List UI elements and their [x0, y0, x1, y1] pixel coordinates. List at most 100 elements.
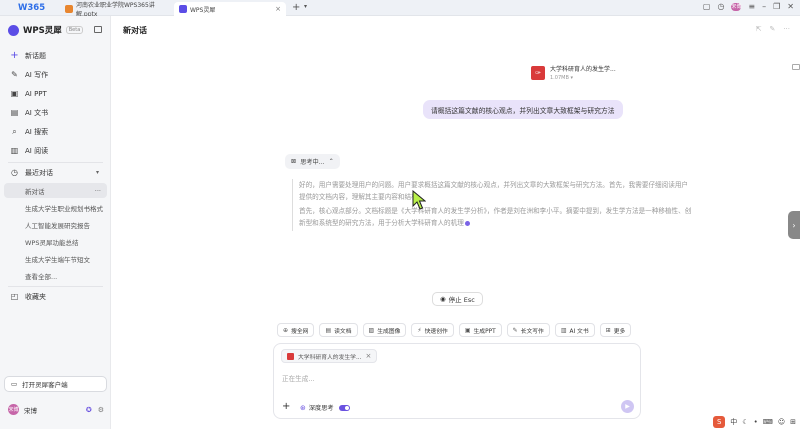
- close-window-icon[interactable]: ✕: [787, 2, 794, 11]
- restore-icon[interactable]: ❐: [773, 2, 780, 11]
- punctuation-icon[interactable]: •: [754, 418, 758, 426]
- thinking-label: 思考中...: [300, 159, 325, 166]
- sidebar-item-ai-writing[interactable]: ✎ AI 写作: [4, 67, 107, 82]
- tool-label: 快速创作: [424, 328, 448, 335]
- long-text-icon: ✎: [512, 326, 518, 334]
- sidebar-item-label: 收藏夹: [25, 292, 46, 301]
- ime-toolbar: S 中 ☾ • ⌨ ☺ ⊞: [713, 416, 796, 428]
- gear-icon[interactable]: ⚙: [98, 406, 104, 414]
- ime-mode[interactable]: 中: [730, 417, 737, 427]
- attached-file-card[interactable]: ✑ 大学科研育人的发生学... 1.07MB ▾: [531, 64, 616, 81]
- recent-conversations-header[interactable]: ◷ 最近对话 ▾: [4, 165, 107, 180]
- tool-quick-create[interactable]: ⚡ 快速创作: [411, 323, 454, 337]
- deep-think-toggle[interactable]: ⊛ 深度思考: [300, 403, 350, 412]
- recent-item-label: 人工智能发展研究报告: [25, 221, 90, 230]
- user-name: 宋博: [24, 406, 37, 415]
- open-client-button[interactable]: ▭ 打开灵犀客户端: [4, 376, 107, 392]
- tool-generate-ppt[interactable]: ▣ 生成PPT: [458, 323, 502, 337]
- sidebar: WPS灵犀 Beta + 新话题 ✎ AI 写作 ▣ AI PPT ▤ AI 文…: [0, 16, 111, 429]
- close-tab-icon[interactable]: ×: [275, 5, 281, 13]
- w365-logo[interactable]: W365: [18, 3, 45, 13]
- message-input[interactable]: [282, 375, 582, 383]
- beta-badge: Beta: [65, 26, 84, 34]
- new-tab-button[interactable]: +: [292, 2, 300, 13]
- tool-more[interactable]: ⊞ 更多: [599, 323, 632, 337]
- remove-attachment-icon[interactable]: ×: [366, 352, 372, 360]
- more-icon[interactable]: ···: [783, 25, 790, 33]
- moon-icon[interactable]: ☾: [742, 418, 748, 426]
- sidebar-item-ai-document[interactable]: ▤ AI 文书: [4, 105, 107, 120]
- tool-label: 读文档: [334, 328, 352, 335]
- composer: 大学科研育人的发生学... × + ⊛ 深度思考 ▶: [273, 343, 641, 419]
- browser-tab-bar: W365 河南农业职业学院WPS365讲解.pptx WPS灵犀 × + ▾ ▢…: [0, 0, 800, 18]
- collapse-sidebar-icon[interactable]: [94, 26, 102, 33]
- window-icon[interactable]: ▢: [703, 2, 711, 11]
- chevron-down-icon: ▾: [95, 169, 99, 176]
- expand-panel-handle[interactable]: ›: [788, 211, 800, 239]
- share-icon[interactable]: ⇱: [756, 25, 762, 33]
- brand: WPS灵犀 Beta: [8, 24, 84, 36]
- tab-pptx[interactable]: 河南农业职业学院WPS365讲解.pptx: [60, 2, 172, 18]
- tool-label: 更多: [613, 328, 626, 335]
- sidebar-item-ai-ppt[interactable]: ▣ AI PPT: [4, 86, 107, 101]
- book-icon: ▥: [10, 146, 19, 155]
- minimize-icon[interactable]: –: [762, 2, 766, 11]
- user-icon[interactable]: ☺: [778, 418, 785, 426]
- chevron-down-icon[interactable]: ▾: [304, 3, 307, 10]
- lingxi-icon: [179, 5, 187, 13]
- browser-user-avatar[interactable]: 宋博: [731, 2, 741, 11]
- divider: [8, 162, 103, 163]
- sidebar-item-label: AI 文书: [25, 108, 49, 117]
- keyboard-icon[interactable]: ⌨: [763, 418, 773, 426]
- panel-icon[interactable]: [792, 64, 800, 70]
- clock-icon[interactable]: ◷: [717, 2, 724, 11]
- recent-item-label: WPS灵犀功能总结: [25, 238, 79, 247]
- tool-long-writing[interactable]: ✎ 长文写作: [506, 323, 550, 337]
- chevron-right-icon: ›: [792, 220, 796, 230]
- window-controls: ▢ ◷ 宋博 ≡ – ❐ ✕: [703, 2, 794, 11]
- sogou-icon[interactable]: S: [713, 416, 726, 428]
- stop-button[interactable]: ◉ 停止 Esc: [432, 292, 483, 306]
- tool-label: 生成PPT: [473, 328, 496, 335]
- recent-item-label: 生成大学生端午节短文: [25, 255, 90, 264]
- tool-search-web[interactable]: ⊕ 搜全网: [277, 323, 315, 337]
- menu-icon[interactable]: ≡: [748, 2, 755, 11]
- page-title: 新对话: [123, 26, 147, 35]
- tool-read-doc[interactable]: ▤ 读文档: [319, 323, 358, 337]
- tab-wps-lingxi[interactable]: WPS灵犀 ×: [174, 2, 286, 16]
- file-name: 大学科研育人的发生学...: [550, 66, 616, 73]
- thinking-paragraph: 首先，核心观点部分。文档标题是《大学科研育人的发生学分析》，作者是刘在洲和李小平…: [299, 207, 692, 227]
- thinking-toggle[interactable]: ⊠ 思考中... ⌃: [285, 154, 340, 169]
- search-icon: ⌕: [12, 126, 17, 136]
- chevron-up-icon: ⌃: [328, 158, 334, 165]
- attachment-chip[interactable]: 大学科研育人的发生学... ×: [281, 349, 378, 363]
- monitor-icon: ▭: [11, 380, 18, 388]
- sidebar-item-recent[interactable]: 生成大学生职业规划书格式: [4, 200, 107, 215]
- sidebar-item-recent[interactable]: 新对话 ···: [4, 183, 107, 198]
- deep-think-icon: ⊛: [300, 403, 306, 412]
- sidebar-item-ai-reading[interactable]: ▥ AI 阅读: [4, 143, 107, 158]
- sidebar-item-recent[interactable]: 人工智能发展研究报告: [4, 217, 107, 232]
- badge-icon[interactable]: ✪: [86, 406, 92, 414]
- file-icon: ▥: [560, 326, 567, 334]
- more-icon[interactable]: ···: [95, 187, 101, 195]
- tool-bar: ⊕ 搜全网 ▤ 读文档 ▨ 生成图像 ⚡ 快速创作 ▣ 生成PPT ✎ 长文写作 ▥ AI 文…: [277, 323, 632, 337]
- tool-generate-image[interactable]: ▨ 生成图像: [362, 323, 407, 337]
- add-icon[interactable]: +: [282, 401, 290, 412]
- avatar[interactable]: 宋博: [8, 404, 19, 415]
- toggle-switch[interactable]: [338, 404, 350, 411]
- sidebar-item-ai-search[interactable]: ⌕ AI 搜索: [4, 124, 107, 139]
- lingxi-logo-icon: [8, 24, 19, 36]
- recent-item-label: 新对话: [25, 187, 45, 196]
- tool-ai-document[interactable]: ▥ AI 文书: [554, 323, 595, 337]
- sidebar-item-favorites[interactable]: ◰ 收藏夹: [4, 289, 107, 304]
- tool-label: 生成图像: [377, 328, 401, 335]
- sidebar-item-recent[interactable]: 生成大学生端午节短文: [4, 251, 107, 266]
- view-all-link[interactable]: 查看全部...: [4, 268, 107, 283]
- sidebar-item-new-topic[interactable]: + 新话题: [4, 48, 107, 63]
- recent-label: 最近对话: [25, 168, 53, 177]
- grid-icon[interactable]: ⊞: [790, 418, 796, 426]
- sidebar-item-recent[interactable]: WPS灵犀功能总结: [4, 234, 107, 249]
- send-button[interactable]: ▶: [621, 400, 634, 413]
- edit-icon[interactable]: ✎: [769, 25, 775, 33]
